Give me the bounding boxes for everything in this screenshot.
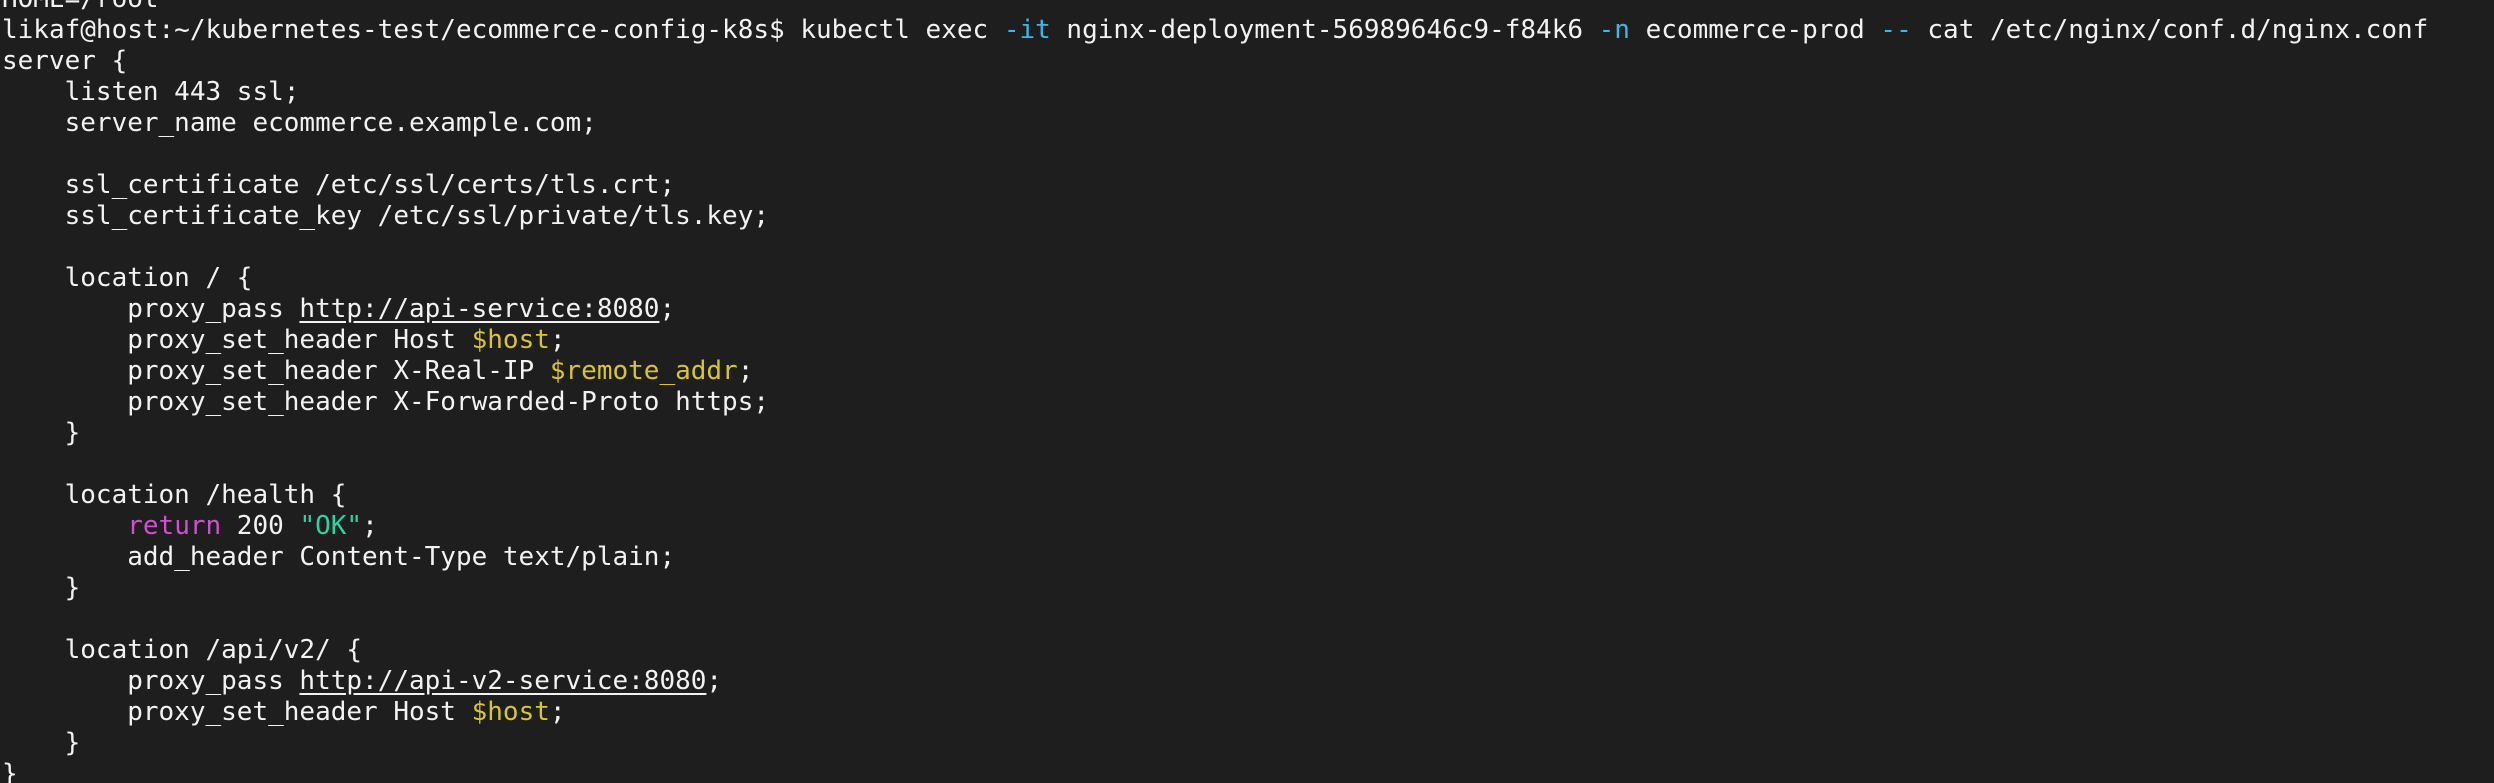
terminal-text: location /health { (2, 480, 347, 510)
terminal-line: server { (2, 46, 2428, 77)
terminal-line: return 200 "OK"; (2, 511, 2428, 542)
terminal-line: proxy_pass http://api-service:8080; (2, 294, 2428, 325)
terminal-line: ssl_certificate /etc/ssl/certs/tls.crt; (2, 170, 2428, 201)
url-link[interactable]: http://api-v2-service:8080 (299, 666, 706, 696)
terminal-line: proxy_set_header Host $host; (2, 325, 2428, 356)
terminal-line: proxy_set_header X-Forwarded-Proto https… (2, 387, 2428, 418)
terminal-text: proxy_set_header Host (2, 697, 472, 727)
nginx-variable: $remote_addr (549, 356, 738, 386)
terminal-text: } (2, 728, 81, 758)
terminal-text: ; (362, 511, 378, 541)
terminal-text: ; (549, 697, 566, 727)
terminal-text: likaf@host:~/kubernetes-test/ecommerce-c… (2, 15, 1004, 45)
directive-keyword: return (127, 511, 222, 541)
command-line: likaf@host:~/kubernetes-test/ecommerce-c… (2, 15, 2428, 46)
terminal-text: add_header Content-Type text/plain; (2, 542, 676, 572)
terminal-text: nginx-deployment-56989646c9-f84k6 (1050, 15, 1599, 45)
terminal-line: } (2, 759, 2428, 783)
url-link[interactable]: http://api-service:8080 (299, 294, 659, 324)
command-flag: -n (1598, 15, 1630, 45)
command-flag: -- (1880, 15, 1912, 45)
nginx-variable: $host (471, 325, 550, 355)
terminal-text: ; (659, 294, 676, 324)
terminal-text: } (2, 759, 18, 783)
terminal-line: } (2, 418, 2428, 449)
terminal-text: ssl_certificate_key /etc/ssl/private/tls… (2, 201, 770, 231)
string-literal: "OK" (299, 511, 363, 541)
terminal-text: } (2, 418, 81, 448)
terminal-text: proxy_pass (2, 294, 300, 324)
terminal-text: location / { (2, 263, 253, 293)
terminal-text: ; (549, 325, 566, 355)
terminal-text: proxy_pass (2, 666, 300, 696)
terminal-text: server { (2, 46, 128, 76)
terminal-text: proxy_set_header Host (2, 325, 472, 355)
command-flag: -it (1003, 15, 1051, 45)
terminal-line: location / { (2, 263, 2428, 294)
terminal-text: ; (706, 666, 723, 696)
terminal-text: location /api/v2/ { (2, 635, 363, 665)
terminal-text: listen 443 ssl; (2, 77, 300, 107)
terminal-line: HOME=/root (2, 0, 2428, 15)
terminal-text: cat /etc/nginx/conf.d/nginx.conf (1911, 15, 2429, 45)
terminal-text: 200 (221, 511, 300, 541)
nginx-variable: $host (471, 697, 550, 727)
terminal-text: ecommerce-prod (1629, 15, 1881, 45)
terminal-text: } (2, 573, 81, 603)
terminal-line: proxy_set_header Host $host; (2, 697, 2428, 728)
terminal-text: ; (737, 356, 754, 386)
terminal-line: } (2, 728, 2428, 759)
terminal-line: add_header Content-Type text/plain; (2, 542, 2428, 573)
terminal-line: proxy_pass http://api-v2-service:8080; (2, 666, 2428, 697)
terminal-line: proxy_set_header X-Real-IP $remote_addr; (2, 356, 2428, 387)
terminal-text: proxy_set_header X-Real-IP (2, 356, 550, 386)
terminal-line: listen 443 ssl; (2, 77, 2428, 108)
terminal-line: server_name ecommerce.example.com; (2, 108, 2428, 139)
terminal-text: ssl_certificate /etc/ssl/certs/tls.crt; (2, 170, 676, 200)
terminal-line: location /health { (2, 480, 2428, 511)
terminal-text: HOME=/root (2, 0, 159, 14)
terminal-output: HOME=/rootlikaf@host:~/kubernetes-test/e… (2, 0, 2428, 783)
terminal-text: server_name ecommerce.example.com; (2, 108, 597, 138)
terminal-window[interactable]: HOME=/rootlikaf@host:~/kubernetes-test/e… (0, 0, 2494, 783)
terminal-line: } (2, 573, 2428, 604)
terminal-line: location /api/v2/ { (2, 635, 2428, 666)
terminal-line: ssl_certificate_key /etc/ssl/private/tls… (2, 201, 2428, 232)
terminal-text: proxy_set_header X-Forwarded-Proto https… (2, 387, 770, 417)
